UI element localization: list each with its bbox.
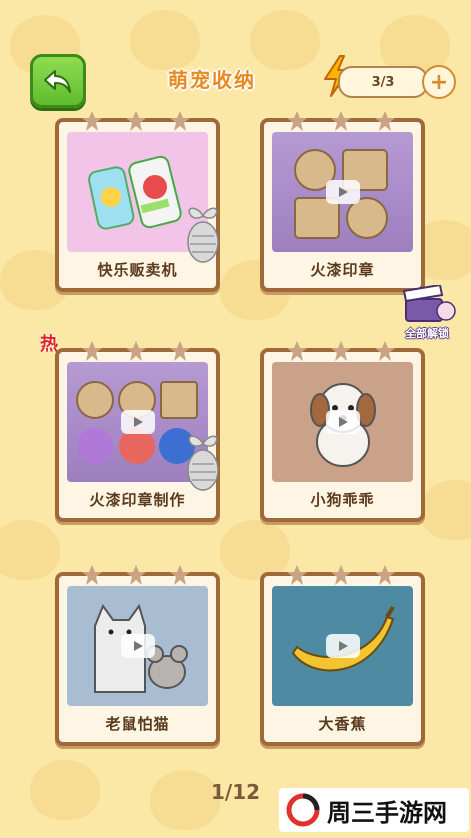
card-label: 大香蕉 [318, 715, 367, 733]
card-label: 老鼠怕猫 [105, 715, 170, 733]
card-wax-seal-making[interactable]: 火漆印章制作 [55, 341, 220, 522]
card-clips [286, 110, 396, 132]
card-clips [81, 110, 191, 132]
play-icon [120, 634, 155, 658]
card-wax-seal[interactable]: 火漆印章 [260, 111, 425, 292]
card-clips [286, 340, 396, 362]
watermark-text: 周三手游网 [327, 798, 447, 827]
card-clips [81, 564, 191, 586]
clapperboard-icon [402, 285, 456, 322]
puppy-thumbnail [272, 362, 413, 482]
card-label: 火漆印章制作 [89, 491, 186, 509]
card-clips [286, 564, 396, 586]
card-label: 火漆印章 [310, 261, 375, 279]
unlock-all-label: 全部解锁 [405, 327, 449, 340]
card-mouse-fears-cat[interactable]: 老鼠怕猫 [55, 565, 220, 746]
play-icon [325, 634, 360, 658]
mouse-cat-thumbnail [67, 586, 208, 706]
unlock-all-button[interactable]: 全部解锁 [392, 285, 462, 341]
wax-seal-thumbnail [272, 132, 413, 252]
back-button[interactable] [30, 54, 86, 108]
page-title: 萌宠收纳 [168, 68, 256, 92]
card-label: 小狗乖乖 [310, 491, 375, 509]
play-icon [325, 180, 360, 204]
card-vending-machine[interactable]: 快乐贩卖机 [55, 111, 220, 292]
card-big-banana[interactable]: 大香蕉 [260, 565, 425, 746]
lock-icon [187, 207, 219, 263]
play-icon [120, 410, 155, 434]
play-icon [325, 410, 360, 434]
card-puppy[interactable]: 小狗乖乖 [260, 341, 425, 522]
back-arrow-icon [44, 70, 71, 93]
add-energy-button[interactable]: + [422, 65, 456, 99]
watermark-logo-icon [286, 793, 320, 827]
lock-icon [187, 435, 219, 491]
banana-thumbnail [272, 586, 413, 706]
card-clips [81, 340, 191, 362]
site-watermark: 周三手游网 [279, 788, 469, 832]
energy-counter: 3/3 [338, 66, 428, 98]
